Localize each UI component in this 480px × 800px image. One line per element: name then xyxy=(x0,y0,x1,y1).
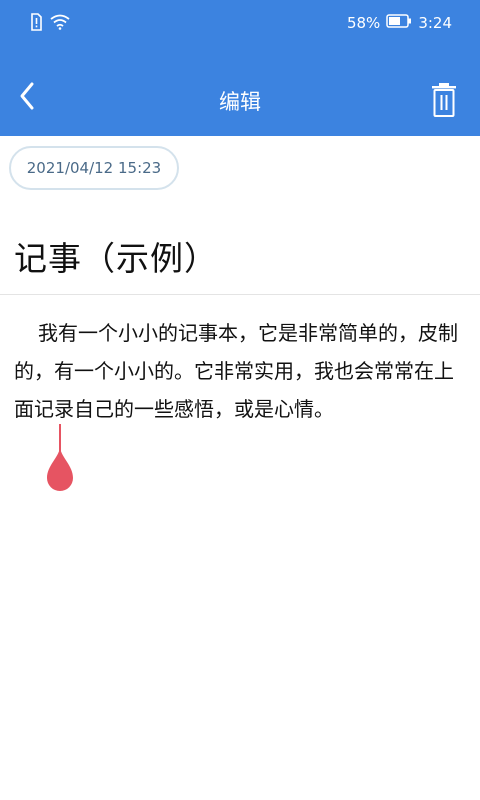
status-right: 58% 3:24 xyxy=(347,14,452,32)
app-header: 编辑 xyxy=(0,46,480,136)
note-title-field[interactable]: 记事（示例） xyxy=(14,232,218,280)
delete-button[interactable] xyxy=(430,82,458,118)
wifi-icon xyxy=(50,14,70,34)
cursor-handle[interactable] xyxy=(46,446,74,494)
battery-icon xyxy=(386,14,412,32)
page-title: 编辑 xyxy=(219,90,261,114)
status-bar: 58% 3:24 xyxy=(0,0,480,46)
note-date[interactable]: 2021/04/12 15:23 xyxy=(9,146,179,190)
cursor-handle-icon xyxy=(47,448,73,491)
clock: 3:24 xyxy=(418,14,452,32)
alert-sim-icon xyxy=(30,13,42,35)
battery-percent: 58% xyxy=(346,14,381,32)
trash-icon xyxy=(432,83,456,117)
title-divider xyxy=(0,294,480,295)
status-left-icons xyxy=(30,13,70,35)
note-body-field[interactable]: 我有一个小小的记事本，它是非常简单的，皮制的，有一个小小的。它非常实用，我也会常… xyxy=(14,314,469,428)
